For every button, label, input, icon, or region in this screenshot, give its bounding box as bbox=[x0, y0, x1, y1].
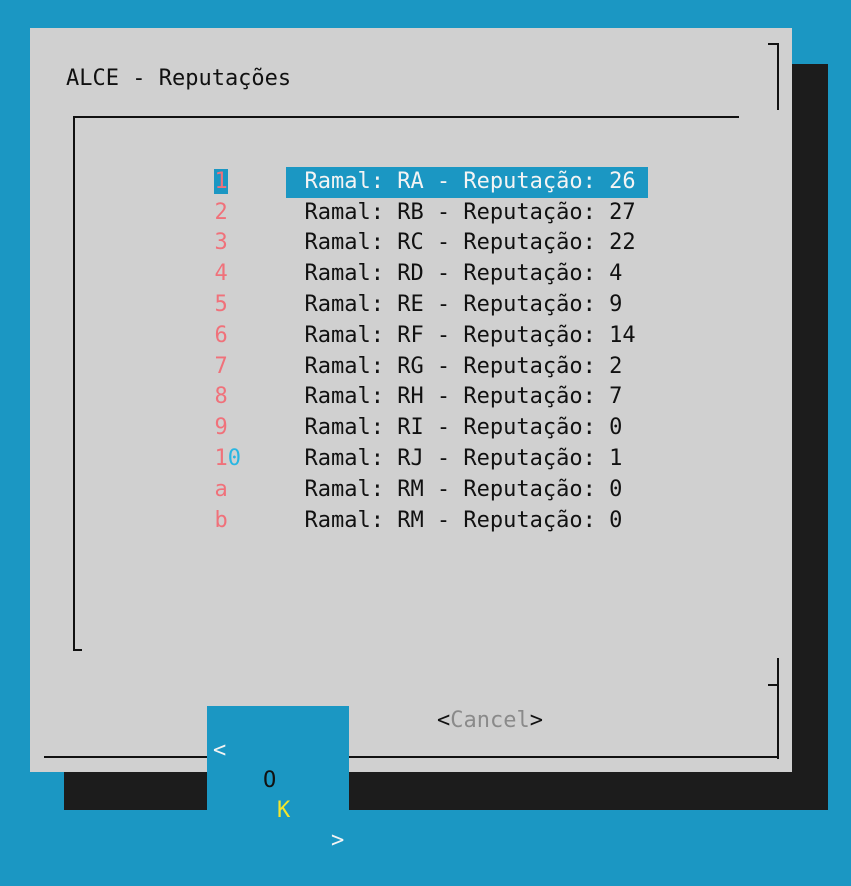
frame-line bbox=[777, 658, 779, 759]
list-item[interactable]: 3 Ramal: RC - Reputação: 22 bbox=[135, 198, 648, 255]
ok-bracket-left: < bbox=[213, 738, 227, 763]
cancel-label: Cancel bbox=[450, 708, 530, 733]
frame-line bbox=[768, 43, 779, 45]
list-item[interactable]: b Ramal: RM - Reputação: 0 bbox=[135, 475, 648, 533]
cancel-bracket-left: < bbox=[437, 708, 451, 733]
dialog-title: ALCE - Reputações bbox=[66, 66, 292, 91]
list-item[interactable]: 7 Ramal: RG - Reputação: 2 bbox=[135, 321, 648, 379]
list-border bbox=[73, 649, 82, 651]
cancel-bracket-right: > bbox=[529, 708, 543, 733]
item-label: Ramal: RM - Reputação: 0 bbox=[304, 507, 623, 533]
ok-bracket-right: > bbox=[331, 828, 345, 853]
cancel-button[interactable]: <Cancel> bbox=[437, 706, 543, 736]
reputation-list: 1 Ramal: RA - Reputação: 26 2 Ramal: RB - … bbox=[135, 136, 648, 533]
frame-line bbox=[44, 756, 779, 758]
ok-label-o: O bbox=[260, 766, 276, 796]
list-item[interactable]: 8 Ramal: RH - Reputação: 7 bbox=[135, 352, 648, 409]
frame-line bbox=[768, 684, 779, 686]
list-item[interactable]: 6 Ramal: RF - Reputação: 14 bbox=[135, 290, 648, 348]
ok-label-k: K bbox=[277, 798, 291, 823]
list-item[interactable]: a Ramal: RM - Reputação: 0 bbox=[135, 444, 648, 502]
frame-line bbox=[777, 43, 779, 110]
list-border bbox=[73, 116, 75, 651]
ok-button[interactable]: < O K > bbox=[207, 706, 349, 886]
list-item[interactable]: 9 Ramal: RI - Reputação: 0 bbox=[135, 382, 648, 440]
list-border bbox=[73, 116, 739, 118]
list-item[interactable]: 1 Ramal: RA - Reputação: 26 bbox=[135, 136, 648, 198]
button-bar: < O K > <Cancel> bbox=[207, 706, 543, 886]
list-item[interactable]: 10 Ramal: RJ - Reputação: 1 bbox=[135, 413, 648, 471]
item-hotkey: b bbox=[214, 507, 228, 533]
dialog: ALCE - Reputações 1 Ramal: RA - Reputação… bbox=[30, 28, 792, 886]
list-item[interactable]: 5 Ramal: RE - Reputação: 9 bbox=[135, 259, 648, 317]
list-item[interactable]: 4 Ramal: RD - Reputação: 4 bbox=[135, 228, 648, 286]
list-item[interactable]: 2 Ramal: RB - Reputação: 27 bbox=[135, 167, 648, 225]
